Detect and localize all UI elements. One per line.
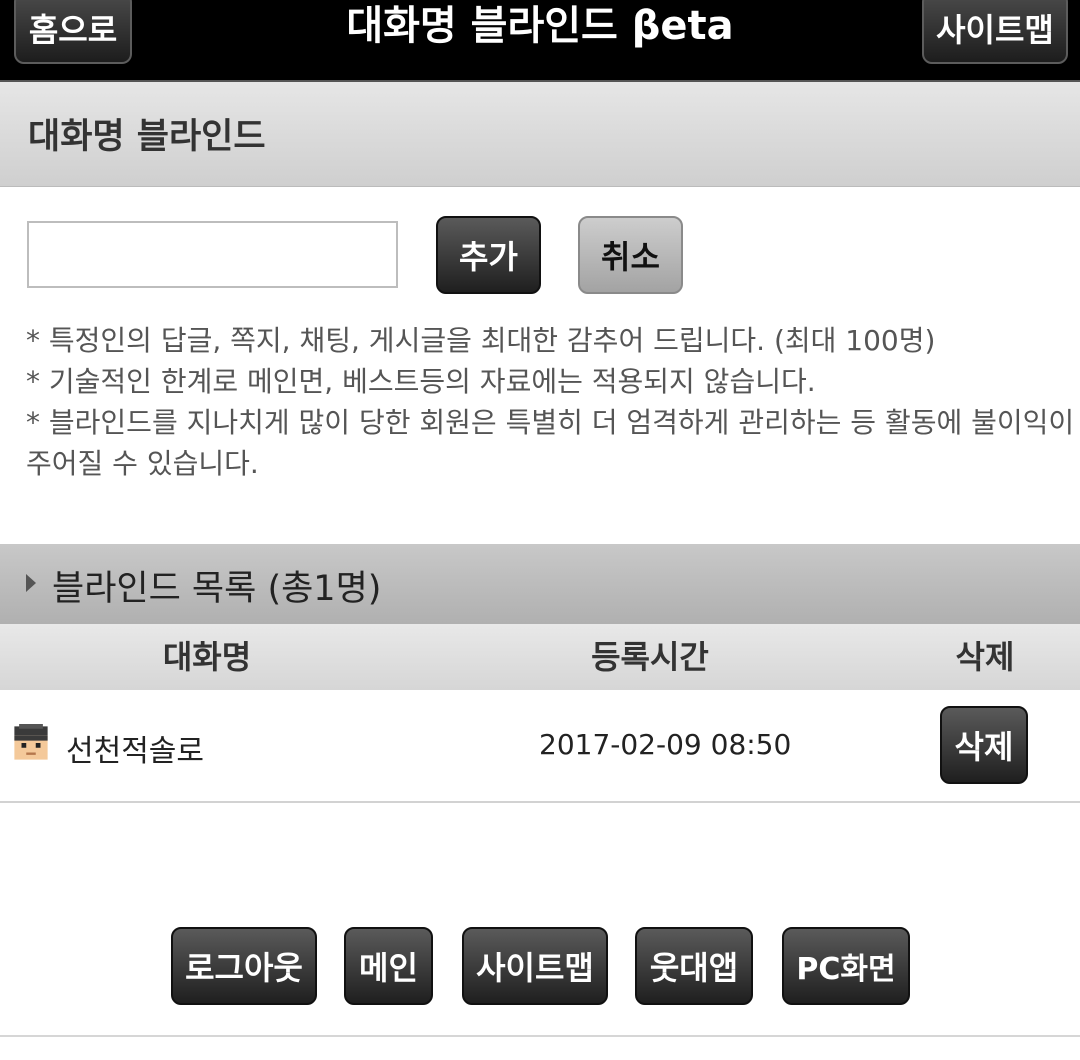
- add-button[interactable]: 추가: [436, 216, 541, 294]
- table-row: 선천적솔로 2017-02-09 08:50 삭제: [0, 690, 1080, 803]
- column-header-nickname: 대화명: [162, 638, 252, 676]
- blind-list-header: 블라인드 목록 (총1명): [0, 544, 1080, 624]
- cancel-button[interactable]: 취소: [578, 216, 683, 294]
- main-button[interactable]: 메인: [344, 927, 433, 1005]
- nickname-input[interactable]: [27, 221, 398, 288]
- app-button[interactable]: 웃대앱: [635, 927, 753, 1005]
- note-line: * 블라인드를 지나치게 많이 당한 회원은 특별히 더 엄격하게 관리하는 등…: [26, 406, 1075, 439]
- logout-button[interactable]: 로그아웃: [171, 927, 317, 1005]
- table-header: 대화명 등록시간 삭제: [0, 624, 1080, 690]
- column-header-time: 등록시간: [591, 638, 709, 676]
- note-line: * 기술적인 한계로 메인면, 베스트등의 자료에는 적용되지 않습니다.: [26, 365, 816, 398]
- footer-divider: [0, 1035, 1080, 1037]
- column-header-delete: 삭제: [955, 638, 1015, 676]
- user-avatar-icon: [12, 724, 50, 762]
- footer-sitemap-button[interactable]: 사이트맵: [462, 927, 608, 1005]
- delete-button[interactable]: 삭제: [940, 706, 1028, 784]
- notes: * 특정인의 답글, 쪽지, 채팅, 게시글을 최대한 감추어 드립니다. (최…: [26, 320, 1080, 484]
- section-header: 대화명 블라인드: [0, 82, 1080, 187]
- nickname-cell: 선천적솔로: [66, 734, 204, 769]
- sitemap-button[interactable]: 사이트맵: [922, 0, 1068, 64]
- triangle-right-icon: [26, 574, 36, 592]
- section-title: 대화명 블라인드: [28, 117, 266, 157]
- note-line: 주어질 수 있습니다.: [26, 447, 259, 480]
- home-button[interactable]: 홈으로: [14, 0, 132, 64]
- note-line: * 특정인의 답글, 쪽지, 채팅, 게시글을 최대한 감추어 드립니다. (최…: [26, 324, 936, 357]
- registered-time-cell: 2017-02-09 08:50: [539, 728, 792, 761]
- top-bar: 대화명 블라인드 βeta 홈으로 사이트맵: [0, 0, 1080, 82]
- blind-list-title: 블라인드 목록 (총1명): [52, 569, 382, 609]
- pc-view-button[interactable]: PC화면: [782, 927, 910, 1005]
- page-title: 대화명 블라인드 βeta: [346, 3, 734, 49]
